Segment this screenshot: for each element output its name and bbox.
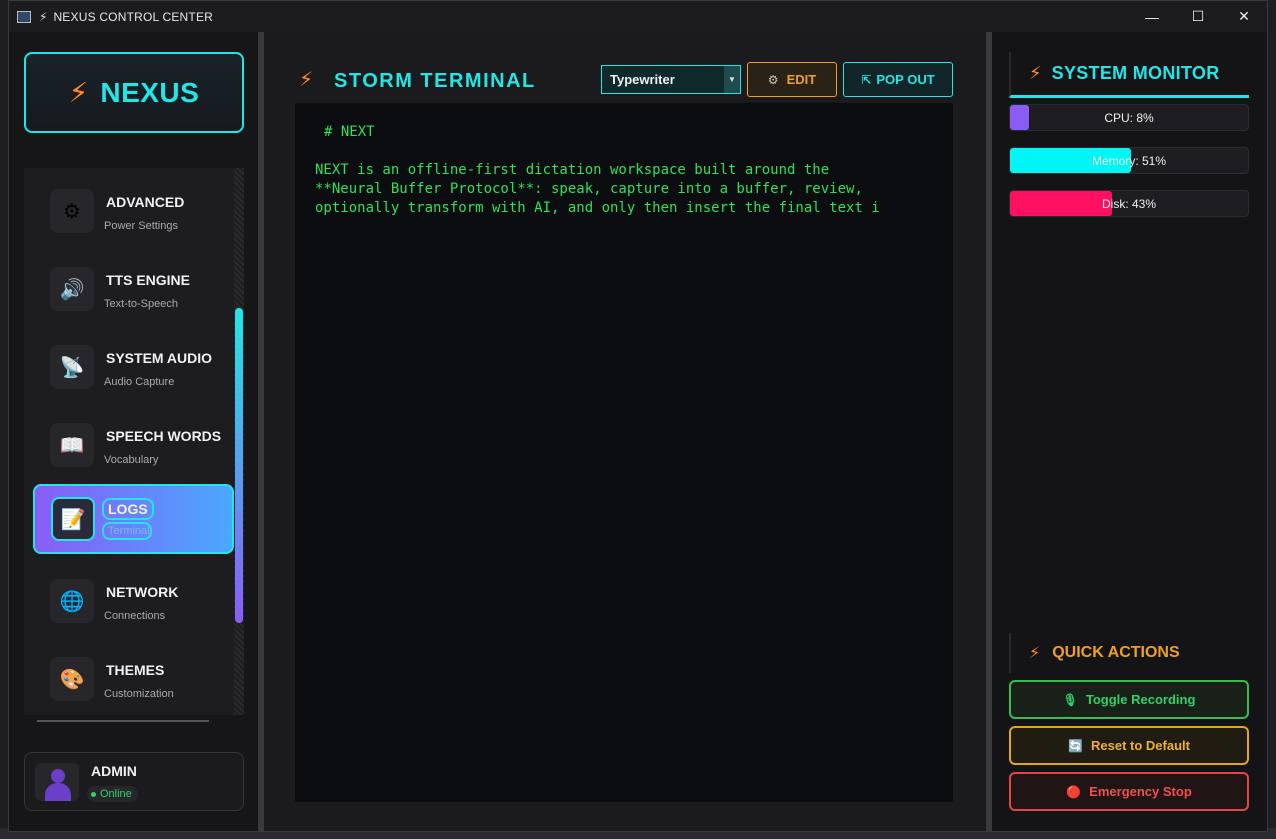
user-card[interactable]: ADMIN Online	[24, 752, 244, 811]
status-dot-icon	[91, 791, 96, 797]
nav-list: ⚙ ADVANCED Power Settings 🔊 TTS ENGINE T…	[24, 168, 244, 715]
toggle-recording-button[interactable]: 🎙 Toggle Recording	[1009, 680, 1249, 719]
sidebar-item-advanced[interactable]: ⚙ ADVANCED Power Settings	[33, 176, 234, 246]
sidebar-item-title: THEMES	[106, 662, 165, 678]
sidebar-item-title: SPEECH WORDS	[106, 428, 222, 444]
terminal-heading: # NEXT	[324, 124, 375, 140]
desktop-edge-left	[0, 0, 8, 839]
sidebar-item-system-audio[interactable]: 📡 SYSTEM AUDIO Audio Capture	[33, 332, 234, 402]
edit-button-label: EDIT	[786, 72, 817, 87]
nav-scrollbar-track[interactable]	[234, 168, 244, 715]
sidebar-item-themes[interactable]: 🎨 THEMES Customization	[33, 644, 234, 714]
terminal-line: **Neural Buffer Protocol**: speak, captu…	[315, 181, 863, 197]
quick-actions-header: ⚡ QUICK ACTIONS	[1009, 633, 1249, 673]
stop-circle-icon: 🔴	[1066, 784, 1082, 799]
disk-progress-bar: Disk: 43%	[1009, 190, 1249, 217]
system-monitor-panel: ⚡ SYSTEM MONITOR CPU: 8% Memory: 51% Dis…	[992, 32, 1267, 831]
monitor-title: SYSTEM MONITOR	[1051, 63, 1220, 83]
terminal-line: optionally transform with AI, and only t…	[315, 200, 880, 216]
satellite-icon: 📡	[50, 345, 94, 389]
book-icon: 📖	[50, 423, 94, 467]
bolt-icon: ⚡	[68, 77, 89, 108]
nav-horizontal-scrollbar[interactable]	[37, 720, 209, 722]
sidebar: ⚡ NEXUS ⚙ ADVANCED Power Settings 🔊 TTS …	[9, 32, 258, 831]
user-icon-body	[45, 783, 71, 801]
terminal-line: NEXT is an offline-first dictation works…	[315, 162, 830, 178]
toggle-recording-label: Toggle Recording	[1085, 692, 1196, 707]
status-text: Online	[100, 788, 132, 800]
cpu-label: CPU: 8%	[1104, 110, 1154, 125]
window-controls: — ☐ ✕	[1129, 1, 1267, 32]
sidebar-item-subtitle: Terminal	[102, 522, 152, 540]
emergency-stop-button[interactable]: 🔴 Emergency Stop	[1009, 772, 1249, 811]
chevron-down-icon[interactable]: ▼	[724, 66, 740, 93]
gear-icon: ⚙	[50, 189, 94, 233]
status-badge: Online	[87, 786, 138, 802]
memory-label: Memory: 51%	[1091, 153, 1167, 168]
app-window: ⚡ NEXUS CONTROL CENTER — ☐ ✕ ⚡ NEXUS ⚙ A…	[8, 0, 1268, 832]
bolt-icon: ⚡	[1029, 63, 1042, 83]
app-body: ⚡ NEXUS ⚙ ADVANCED Power Settings 🔊 TTS …	[9, 32, 1267, 831]
terminal-output[interactable]: # NEXT NEXT is an offline-first dictatio…	[295, 103, 953, 802]
emergency-stop-label: Emergency Stop	[1089, 784, 1192, 799]
arrow-up-left-icon: ⇱	[861, 72, 872, 87]
sidebar-item-title: SYSTEM AUDIO	[106, 350, 213, 366]
user-name: ADMIN	[91, 763, 137, 779]
user-icon	[51, 769, 65, 783]
bolt-icon: ⚡	[39, 9, 48, 24]
quick-actions-title: QUICK ACTIONS	[1052, 644, 1180, 661]
microphone-icon: 🎙	[1062, 692, 1078, 707]
sidebar-item-subtitle: Power Settings	[104, 220, 178, 232]
globe-icon: 🌐	[50, 579, 94, 623]
speaker-icon: 🔊	[50, 267, 94, 311]
monitor-header: ⚡ SYSTEM MONITOR	[1009, 52, 1249, 98]
page-title: STORM TERMINAL	[334, 70, 536, 92]
memo-icon: 📝	[51, 497, 95, 541]
minimize-button[interactable]: —	[1129, 1, 1175, 32]
terminal-panel: ⚡ STORM TERMINAL Typewriter ▼ ⚙ EDIT ⇱ P…	[264, 32, 986, 831]
close-button[interactable]: ✕	[1221, 1, 1267, 32]
sidebar-item-subtitle: Customization	[104, 688, 174, 700]
edit-button[interactable]: ⚙ EDIT	[747, 62, 837, 97]
mode-select[interactable]: Typewriter ▼	[601, 65, 741, 94]
pop-out-button[interactable]: ⇱ POP OUT	[843, 62, 953, 97]
avatar	[35, 763, 79, 801]
sidebar-item-subtitle: Connections	[104, 610, 166, 622]
bolt-icon: ⚡	[1029, 645, 1041, 662]
palette-icon: 🎨	[50, 657, 94, 701]
sidebar-item-subtitle: Audio Capture	[104, 376, 175, 388]
desktop-edge-right	[1268, 0, 1276, 839]
window-title: NEXUS CONTROL CENTER	[53, 9, 214, 24]
nav-scrollbar-thumb[interactable]	[235, 308, 243, 623]
sidebar-item-title: LOGS	[102, 498, 154, 520]
reset-default-label: Reset to Default	[1090, 738, 1190, 753]
reset-default-button[interactable]: 🔄 Reset to Default	[1009, 726, 1249, 765]
sidebar-item-title: ADVANCED	[106, 194, 185, 210]
brand-logo: ⚡ NEXUS	[24, 52, 244, 133]
cpu-progress-bar: CPU: 8%	[1009, 104, 1249, 131]
sidebar-item-subtitle: Vocabulary	[104, 454, 159, 466]
pop-out-button-label: POP OUT	[876, 72, 935, 87]
mode-select-value: Typewriter	[610, 72, 675, 87]
desktop-background: ⚡ NEXUS CONTROL CENTER — ☐ ✕ ⚡ NEXUS ⚙ A…	[0, 0, 1276, 839]
disk-label: Disk: 43%	[1101, 196, 1157, 211]
sidebar-item-title: NETWORK	[106, 584, 179, 600]
maximize-button[interactable]: ☐	[1175, 1, 1221, 32]
title-bar[interactable]: ⚡ NEXUS CONTROL CENTER — ☐ ✕	[9, 1, 1267, 32]
app-window-icon	[17, 10, 31, 23]
bolt-icon: ⚡	[299, 69, 314, 91]
sidebar-item-subtitle: Text-to-Speech	[104, 298, 178, 310]
sidebar-item-title: TTS ENGINE	[106, 272, 191, 288]
refresh-icon: 🔄	[1068, 738, 1083, 753]
gear-icon: ⚙	[767, 72, 779, 87]
sidebar-item-speech-words[interactable]: 📖 SPEECH WORDS Vocabulary	[33, 410, 234, 480]
memory-progress-bar: Memory: 51%	[1009, 147, 1249, 174]
brand-name: NEXUS	[100, 76, 200, 108]
sidebar-item-tts-engine[interactable]: 🔊 TTS ENGINE Text-to-Speech	[33, 254, 234, 324]
sidebar-item-network[interactable]: 🌐 NETWORK Connections	[33, 566, 234, 636]
sidebar-item-logs[interactable]: 📝 LOGS Terminal	[33, 484, 234, 554]
